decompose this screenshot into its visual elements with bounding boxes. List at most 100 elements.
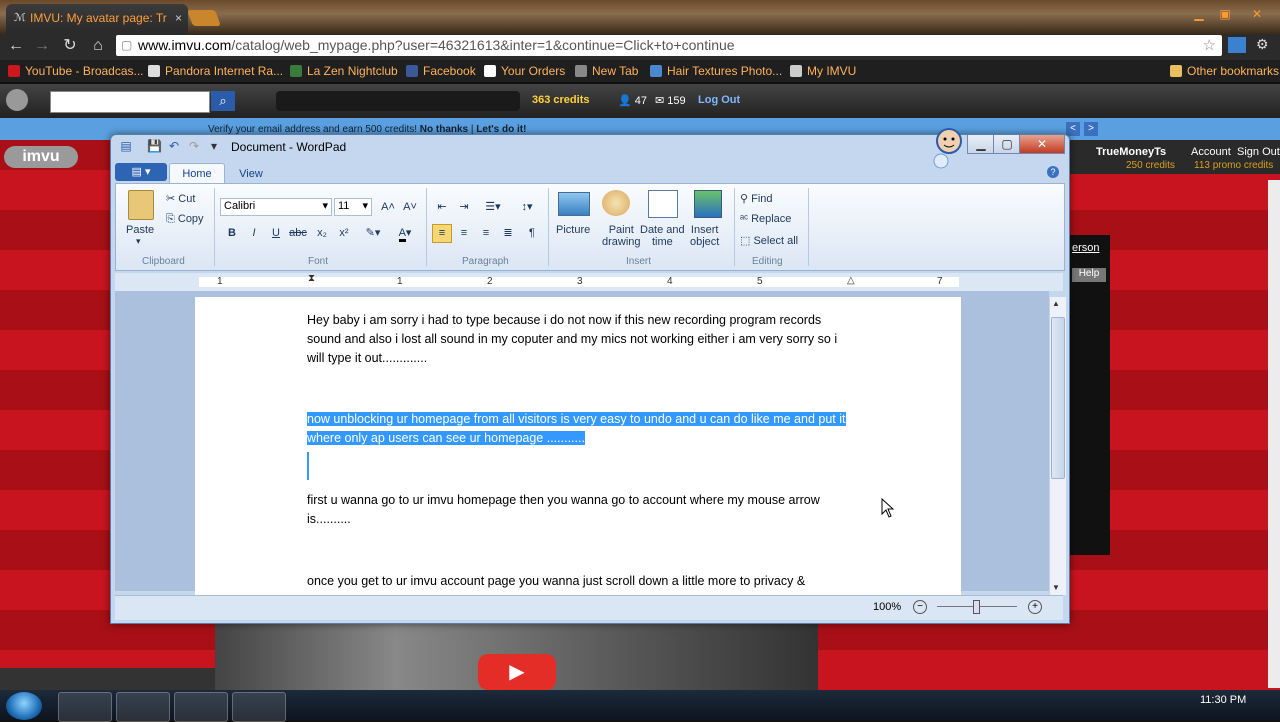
bullets-button[interactable]: ☰▾ [478, 198, 508, 217]
bookmark-orders[interactable]: Your Orders [484, 60, 565, 82]
logout-link[interactable]: Log Out [698, 94, 740, 106]
grow-font-button[interactable]: A˄ [378, 198, 398, 217]
imvu-search-input[interactable] [50, 91, 210, 113]
new-tab-button[interactable] [187, 10, 221, 26]
underline-button[interactable]: U [266, 224, 286, 243]
paint-drawing-button[interactable]: Paint drawing [602, 224, 641, 248]
paste-button[interactable]: Paste [126, 224, 154, 236]
copy-button[interactable]: ⎘ Copy [166, 213, 204, 226]
friends-count[interactable]: 👤 47 [618, 94, 647, 107]
bold-button[interactable]: B [222, 224, 242, 243]
line-spacing-button[interactable]: ↕▾ [512, 198, 542, 217]
indent-marker-icon[interactable]: ⧗ [308, 273, 315, 284]
redo-icon[interactable]: ↷ [187, 139, 201, 153]
credits-count[interactable]: 363 credits [532, 94, 589, 106]
minimize-button[interactable]: ▁ [967, 135, 995, 154]
zoom-in-icon[interactable]: + [1028, 600, 1042, 614]
address-bar[interactable]: ▢ www.imvu.com/catalog/web_mypage.php?us… [116, 35, 1222, 56]
paste-dropdown-icon[interactable]: ▾ [136, 236, 141, 247]
insert-object-icon[interactable] [694, 190, 722, 218]
bookmark-youtube[interactable]: YouTube - Broadcas... [8, 60, 144, 82]
help-button[interactable]: Help [1072, 268, 1106, 282]
browser-maximize-button[interactable]: ▣ [1212, 6, 1238, 22]
picture-icon[interactable] [558, 192, 590, 216]
browser-tab[interactable]: ℳ IMVU: My avatar page: Tr × [6, 4, 188, 34]
document-page[interactable]: Hey baby i am sorry i had to type becaus… [195, 297, 961, 595]
font-size-select[interactable]: 11 ▾ [334, 198, 372, 216]
find-button[interactable]: ⚲ Find [740, 192, 773, 205]
font-family-select[interactable]: Calibri ▾ [220, 198, 332, 216]
bookmark-new-tab[interactable]: New Tab [575, 60, 638, 82]
scrollbar-thumb[interactable] [1051, 317, 1065, 479]
customize-qat-icon[interactable]: ▾ [207, 139, 221, 153]
browser-close-button[interactable]: ✕ [1240, 6, 1274, 22]
justify-button[interactable]: ≣ [498, 224, 518, 243]
strikethrough-button[interactable]: abc [288, 224, 308, 243]
scroll-up-icon[interactable]: ▲ [1052, 299, 1060, 308]
paragraph-4[interactable]: once you get to ur imvu account page you… [307, 572, 852, 591]
wrench-menu-icon[interactable]: ⚙ [1256, 36, 1269, 53]
paragraph-1[interactable]: Hey baby i am sorry i had to type becaus… [307, 311, 852, 368]
picture-button[interactable]: Picture [556, 224, 590, 236]
align-center-button[interactable]: ≡ [454, 224, 474, 243]
superscript-button[interactable]: x² [334, 224, 354, 243]
account-link[interactable]: Account [1191, 146, 1231, 158]
help-icon[interactable]: ? [1047, 166, 1059, 178]
replace-button[interactable]: ᵃᶜ Replace [740, 213, 791, 225]
back-arrow-icon[interactable]: ← [4, 34, 28, 58]
username[interactable]: TrueMoneyTs [1096, 146, 1166, 158]
paint-palette-icon[interactable] [602, 190, 630, 216]
paste-icon[interactable] [128, 190, 154, 220]
bookmark-star-icon[interactable]: ☆ [1203, 35, 1216, 56]
right-indent-marker-icon[interactable]: △ [847, 275, 855, 286]
play-icon[interactable]: ▶ [478, 654, 556, 690]
text-color-button[interactable]: A▾ [390, 224, 420, 243]
zoom-out-icon[interactable]: − [913, 600, 927, 614]
bookmark-la-zen[interactable]: La Zen Nightclub [290, 60, 398, 82]
cut-button[interactable]: ✂ Cut [166, 192, 195, 205]
bookmark-my-imvu[interactable]: My IMVU [790, 60, 856, 82]
close-button[interactable]: ✕ [1019, 135, 1065, 154]
undo-icon[interactable]: ↶ [167, 139, 181, 153]
increase-indent-button[interactable]: ⇥ [454, 198, 474, 217]
paragraph-settings-button[interactable]: ¶ [522, 224, 542, 243]
imvu-toolbar-logo-icon[interactable] [6, 89, 28, 111]
scroll-down-icon[interactable]: ▼ [1052, 583, 1060, 592]
align-left-button[interactable]: ≡ [432, 224, 452, 243]
select-all-button[interactable]: ⬚ Select all [740, 234, 798, 247]
tab-close-icon[interactable]: × [175, 4, 182, 32]
tab-view[interactable]: View [231, 165, 271, 183]
messages-count[interactable]: ✉ 159 [655, 94, 686, 107]
imvu-taskbar-icon[interactable] [116, 692, 170, 722]
paragraph-3[interactable]: first u wanna go to ur imvu homepage the… [307, 491, 852, 529]
bookmark-hair-textures[interactable]: Hair Textures Photo... [650, 60, 782, 82]
zoom-slider-thumb[interactable] [973, 600, 980, 614]
forward-arrow-icon[interactable]: → [30, 34, 54, 58]
decrease-indent-button[interactable]: ⇤ [432, 198, 452, 217]
system-clock[interactable]: 11:30 PM [1200, 694, 1246, 706]
paragraph-2-selected[interactable]: now unblocking ur homepage from all visi… [307, 410, 852, 448]
prev-arrow-button[interactable]: < [1066, 122, 1080, 136]
wordpad-app-icon[interactable]: ▤ [119, 139, 133, 153]
bookmark-facebook[interactable]: Facebook [406, 60, 476, 82]
date-time-button[interactable]: Date and time [640, 224, 685, 248]
start-button-icon[interactable] [6, 692, 42, 720]
insert-object-button[interactable]: Insert object [690, 224, 719, 248]
search-icon[interactable]: ⌕ [211, 91, 235, 111]
save-icon[interactable]: 💾 [147, 139, 162, 153]
reload-icon[interactable]: ↻ [58, 34, 82, 58]
bookmark-pandora[interactable]: Pandora Internet Ra... [148, 60, 283, 82]
sign-out-link[interactable]: Sign Out [1237, 146, 1280, 158]
extension-icon[interactable] [1228, 37, 1246, 53]
chrome-taskbar-icon[interactable] [58, 692, 112, 722]
subscript-button[interactable]: x₂ [312, 224, 332, 243]
highlight-color-button[interactable]: ✎▾ [358, 224, 388, 243]
italic-button[interactable]: I [244, 224, 264, 243]
page-scrollbar[interactable] [1268, 180, 1280, 688]
other-bookmarks[interactable]: Other bookmarks [1170, 60, 1279, 82]
next-arrow-button[interactable]: > [1084, 122, 1098, 136]
calendar-icon[interactable] [648, 190, 678, 218]
browser-minimize-button[interactable]: ▁ [1186, 6, 1212, 22]
shrink-font-button[interactable]: A˅ [400, 198, 420, 217]
person-link[interactable]: erson [1072, 242, 1100, 254]
